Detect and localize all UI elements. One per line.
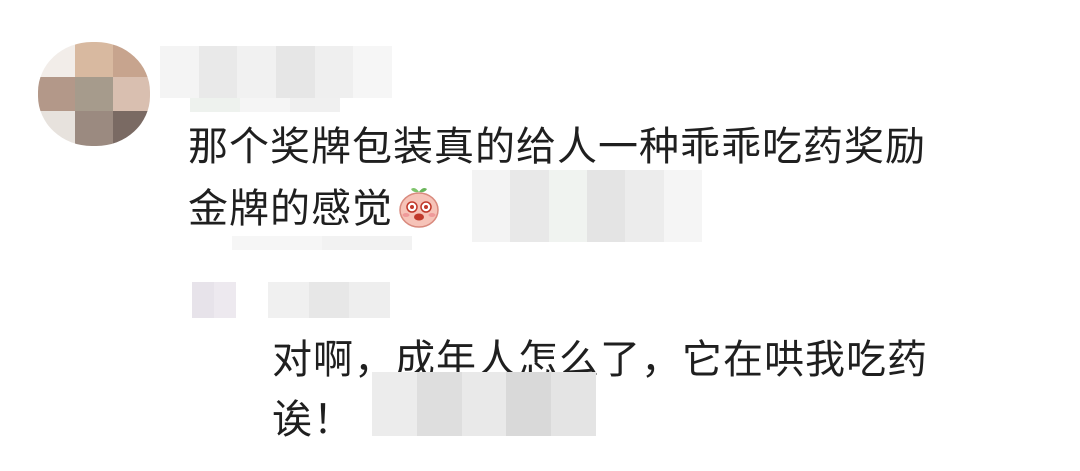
reply-author-name-blurred [232, 236, 412, 250]
avatar-pixel [75, 76, 113, 112]
peach-crying-emoji-icon [399, 188, 439, 228]
avatar-pixel [38, 111, 76, 146]
commenter-name-blurred [190, 98, 340, 112]
avatar-pixel [112, 111, 150, 146]
avatar-pixel [75, 111, 113, 146]
avatar-pixel [112, 76, 150, 112]
reply-meta-blurred [372, 372, 596, 436]
reply-text-line-1: 对啊，成年人怎么了，它在哄我吃药 [272, 337, 928, 383]
commenter-name-blurred [160, 46, 393, 98]
avatar-pixel [75, 42, 113, 77]
reply-author-avatar-blurred[interactable] [192, 282, 236, 318]
avatar-pixel [112, 42, 150, 77]
comment-text-line-2: 金牌的感觉 [188, 186, 393, 232]
commenter-avatar[interactable] [38, 42, 150, 146]
avatar-pixel [38, 42, 76, 77]
reply-text-line-2: 诶！ [272, 397, 354, 443]
reply-author-name-blurred [268, 282, 391, 318]
comment-meta-blurred [472, 170, 702, 242]
comment-text-line-1: 那个奖牌包装真的给人一种乖乖吃药奖励 [188, 124, 926, 170]
avatar-pixel [38, 76, 76, 112]
